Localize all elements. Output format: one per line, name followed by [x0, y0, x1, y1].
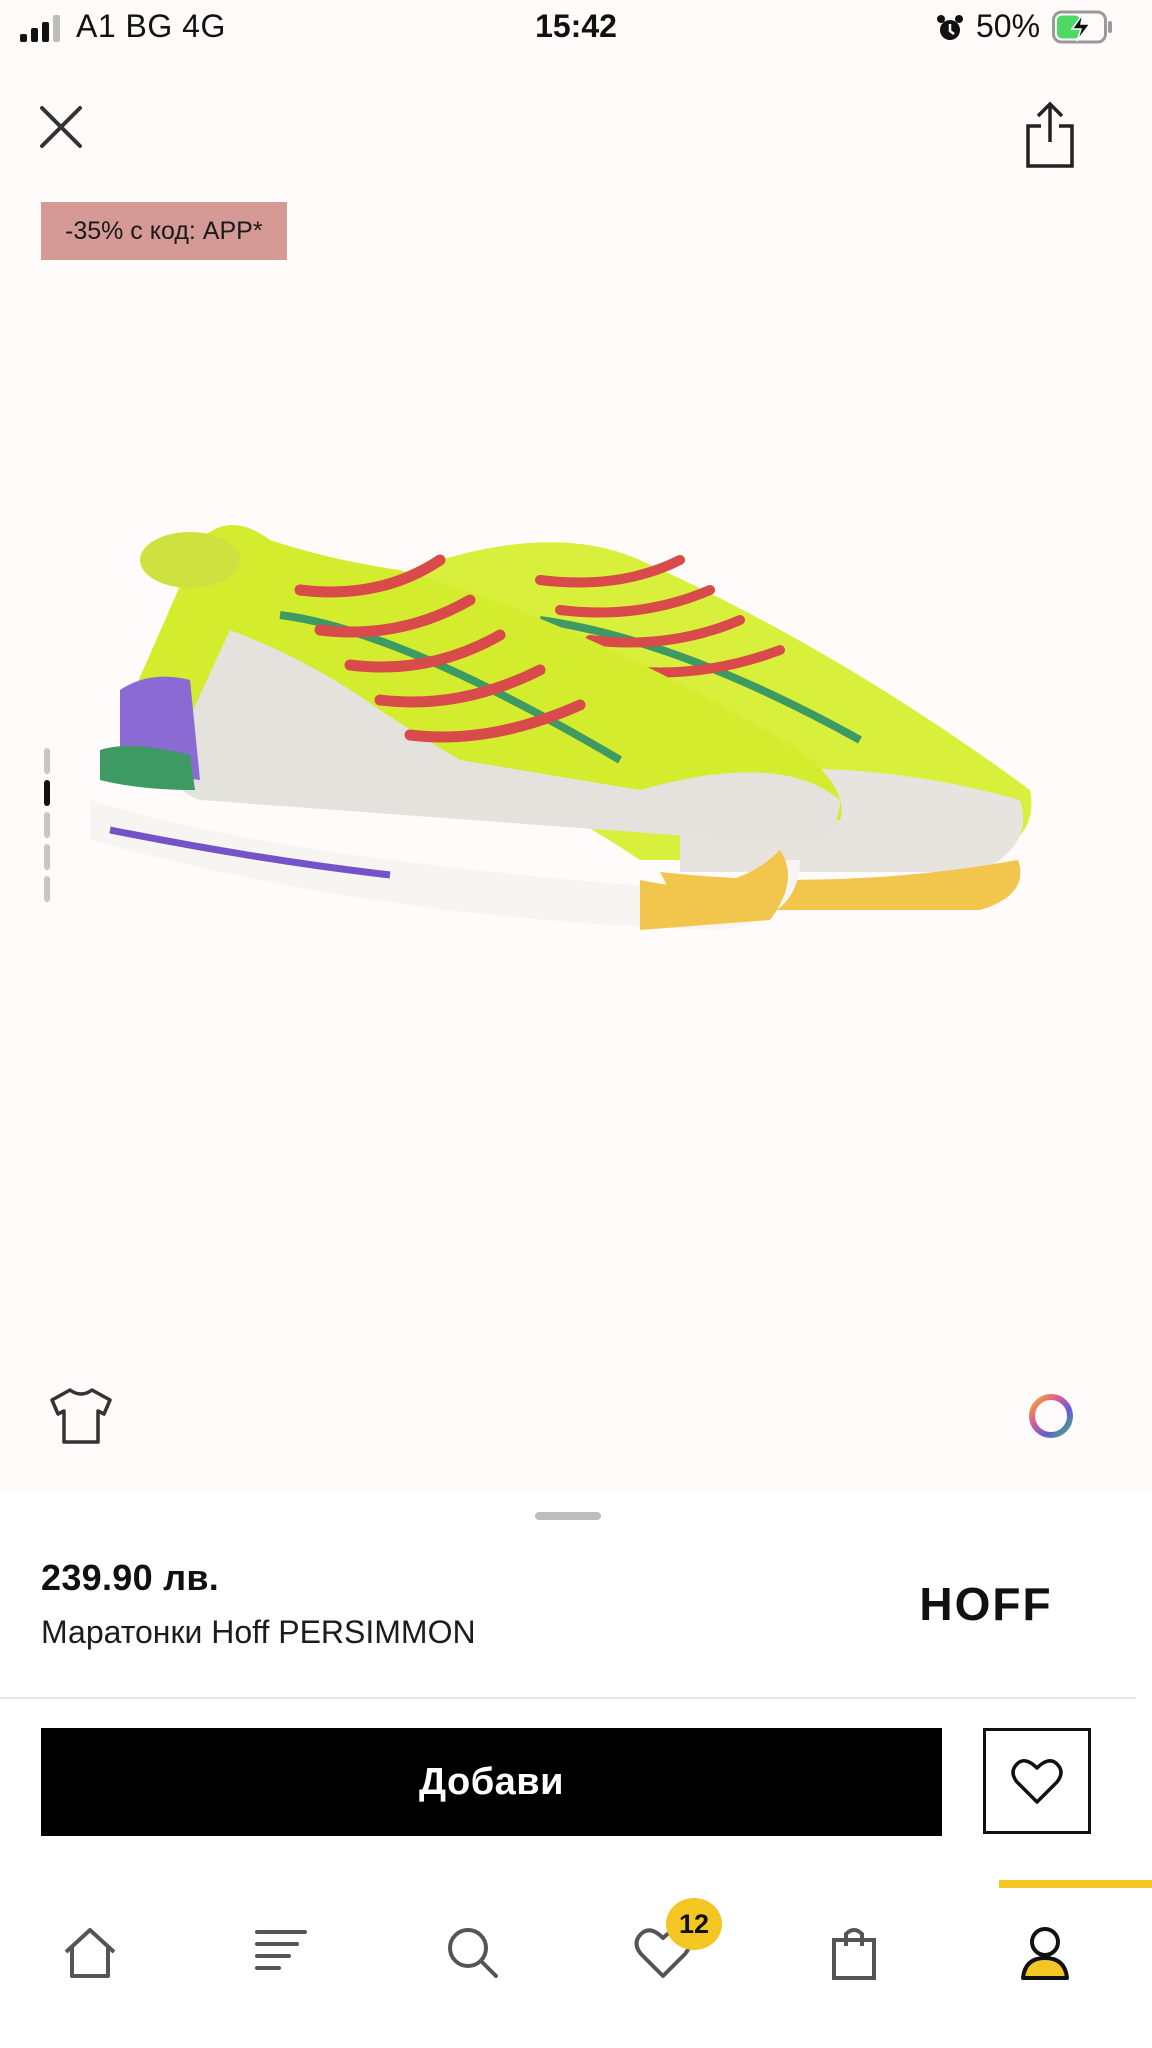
product-name: Маратонки Hoff PERSIMMON [41, 1614, 476, 1650]
wishlist-button[interactable] [983, 1728, 1091, 1834]
tshirt-icon[interactable] [48, 1384, 114, 1448]
battery-charging-icon [1052, 10, 1112, 44]
close-icon[interactable] [34, 100, 88, 154]
promo-badge: -35% с код: APP* [41, 202, 287, 260]
gallery-pager[interactable] [42, 748, 54, 908]
wishlist-count-badge: 12 [666, 1898, 722, 1950]
gallery-dot[interactable] [44, 812, 50, 838]
add-to-cart-button[interactable]: Добави [41, 1728, 942, 1836]
active-tab-indicator [999, 1880, 1152, 1888]
search-icon [448, 1928, 498, 1978]
tab-account[interactable] [995, 1912, 1095, 2012]
svg-text:HOFF: HOFF [919, 1578, 1052, 1628]
tab-home[interactable] [40, 1912, 140, 2012]
share-icon[interactable] [1022, 100, 1078, 170]
gallery-dot[interactable] [44, 844, 50, 870]
gallery-dot[interactable] [44, 748, 50, 774]
tab-catalog[interactable] [231, 1912, 331, 2012]
sheet-handle[interactable] [535, 1512, 601, 1520]
alarm-icon [937, 15, 963, 40]
battery-percent: 50% [976, 8, 1041, 44]
gallery-dot[interactable] [44, 780, 50, 806]
tab-bag[interactable] [804, 1912, 904, 2012]
product-image[interactable] [80, 500, 1070, 980]
heart-icon [1011, 1759, 1063, 1804]
tab-search[interactable] [422, 1912, 522, 2012]
gallery-dot[interactable] [44, 876, 50, 902]
divider [0, 1697, 1136, 1699]
status-bar: A1 BG 4G 15:42 50% [0, 0, 1152, 60]
user-icon [1021, 1927, 1069, 1980]
product-price: 239.90 лв. [41, 1557, 220, 1598]
home-icon [64, 1928, 116, 1978]
brand-logo: HOFF [919, 1578, 1052, 1628]
menu-lines-icon [255, 1930, 307, 1970]
color-wheel-icon[interactable] [1027, 1392, 1075, 1440]
shopping-bag-icon [832, 1928, 876, 1980]
